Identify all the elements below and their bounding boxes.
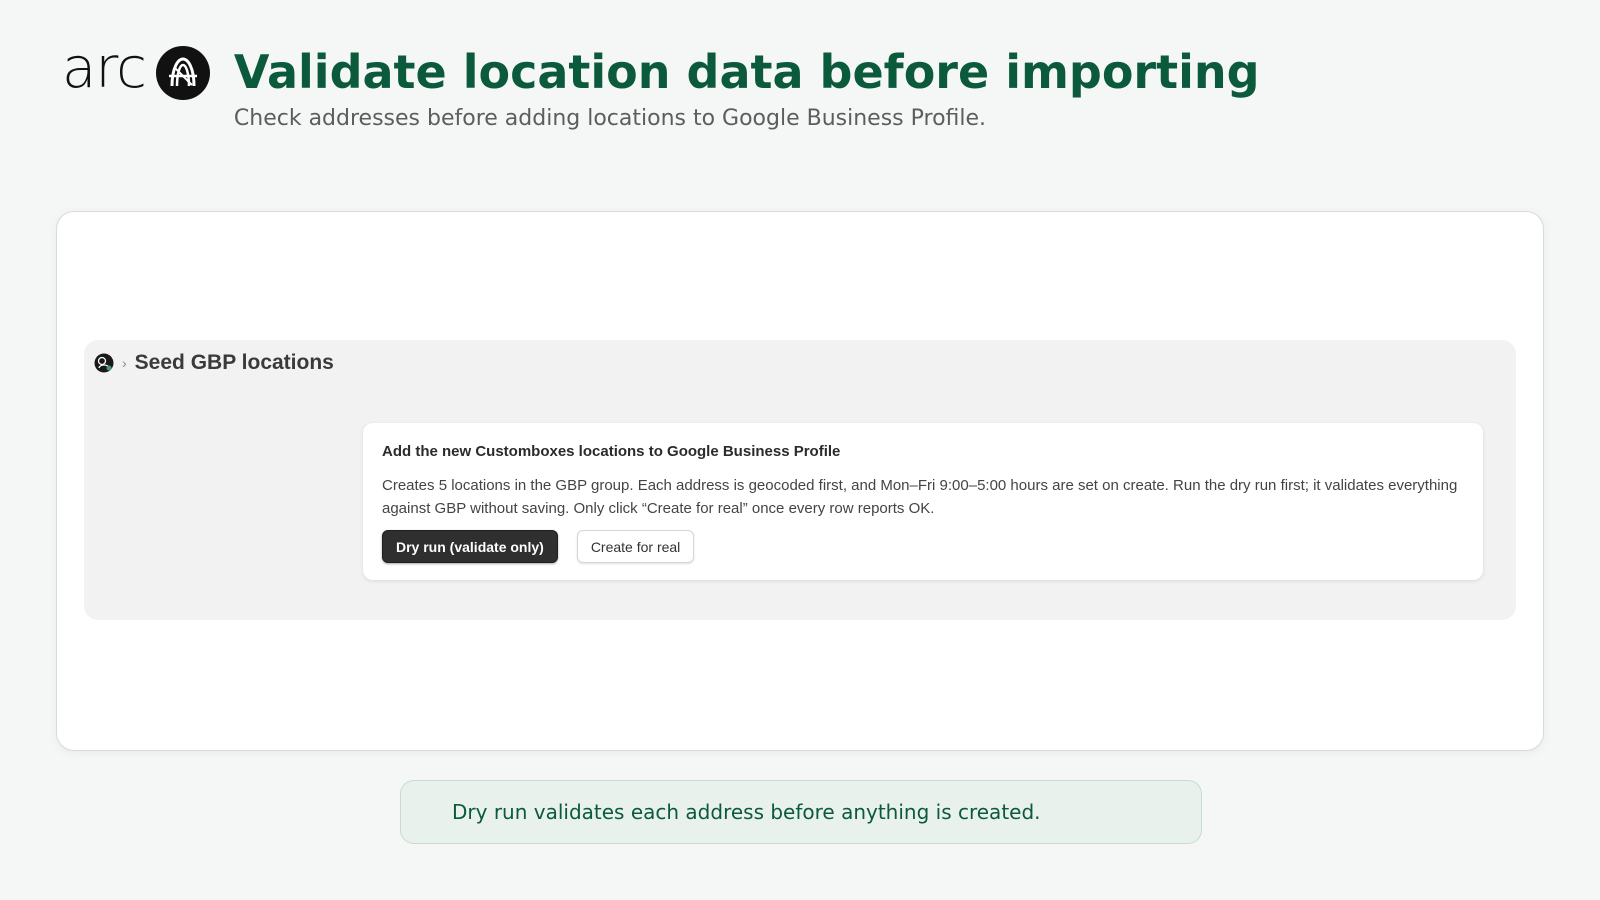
brand-wordmark: arc [62,36,147,101]
button-row: Dry run (validate only) Create for real [382,530,695,563]
screenshot-frame: › Seed GBP locations Add the new Customb… [56,211,1544,751]
workspace-avatar-icon[interactable] [94,353,114,373]
create-for-real-button[interactable]: Create for real [576,530,695,563]
breadcrumb: › Seed GBP locations [94,351,334,375]
brand-logo: arc [62,41,210,100]
card-title: Add the new Customboxes locations to Goo… [382,443,841,460]
arc-mark-icon [155,46,210,100]
page-title: Validate location data before importing [233,45,1260,99]
callout-note: Dry run validates each address before an… [400,780,1202,844]
app-panel: › Seed GBP locations Add the new Customb… [84,340,1516,620]
action-card: Add the new Customboxes locations to Goo… [363,423,1483,580]
breadcrumb-title[interactable]: Seed GBP locations [135,351,334,375]
dry-run-button[interactable]: Dry run (validate only) [382,530,558,563]
page-header: arc Validate location data before import… [62,41,1260,132]
page-subtitle: Check addresses before adding locations … [233,106,987,131]
breadcrumb-separator: › [122,355,127,371]
callout-note-text: Dry run validates each address before an… [452,800,1041,824]
card-description: Creates 5 locations in the GBP group. Ea… [382,477,1458,517]
